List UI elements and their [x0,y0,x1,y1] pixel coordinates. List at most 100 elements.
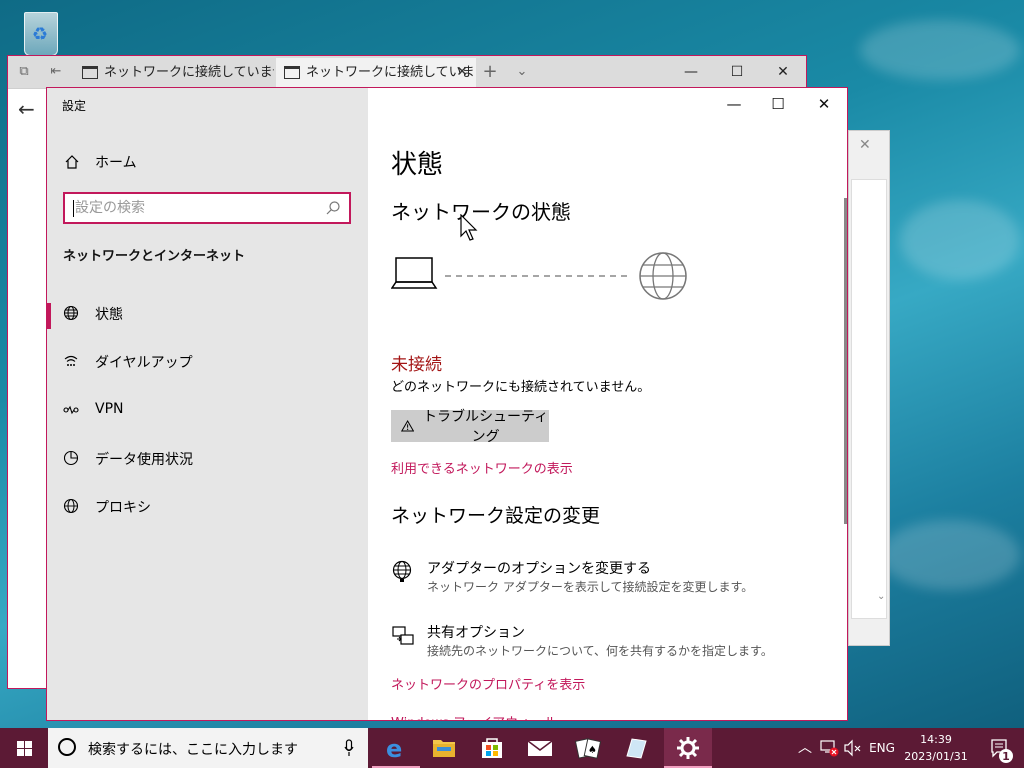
scroll-down-icon[interactable]: ⌄ [877,591,885,602]
minimize-button[interactable]: — [668,56,714,89]
tablet-app-taskbar-icon[interactable] [612,728,660,768]
tablet-icon [626,738,647,759]
network-diagram [391,252,687,300]
windows-logo-icon [25,741,32,748]
nav-item-dialup[interactable]: ダイヤルアップ [47,341,368,381]
file-explorer-taskbar-icon[interactable] [420,728,468,768]
close-icon[interactable]: ✕ [859,137,871,153]
dialog-content-area [851,179,887,619]
sharing-options-item[interactable]: 共有オプション 接続先のネットワークについて、何を共有するかを指定します。 [391,622,791,662]
recycle-bin-icon[interactable]: ♻ [18,8,64,58]
connection-status-description: どのネットワークにも接続されていません。 [391,380,651,395]
nav-item-status[interactable]: 状態 [47,293,368,333]
troubleshoot-button[interactable]: トラブルシューティング [391,409,549,445]
proxy-globe-icon [63,498,79,514]
edge-tab-2[interactable]: ネットワークに接続していま! ✕ [276,58,476,89]
option-description: ネットワーク アダプターを表示して接続設定を変更します。 [427,580,754,594]
data-usage-pie-icon [63,450,79,466]
gear-icon [677,737,699,759]
section-title: ネットワークとインターネット [63,249,246,264]
search-icon[interactable] [325,200,341,216]
nav-item-label: ダイヤルアップ [95,355,193,371]
laptop-icon [391,257,438,289]
back-arrow-icon[interactable]: ← [18,97,35,121]
home-nav-item[interactable]: ホーム [64,150,137,174]
window-title: 設定 [62,99,87,113]
settings-taskbar-icon[interactable] [664,728,712,768]
close-button[interactable]: ✕ [760,56,806,89]
desktop-wave [900,200,1020,280]
maximize-button[interactable]: ☐ [714,56,760,89]
change-settings-heading: ネットワーク設定の変更 [391,505,601,527]
nav-item-vpn[interactable]: VPN [47,390,368,430]
microphone-icon[interactable] [344,739,354,757]
cortana-icon [58,738,76,756]
page-title: 状態 [391,150,444,180]
edge-tab-1[interactable]: ネットワークに接続していません [74,58,274,89]
nav-item-data-usage[interactable]: データ使用状況 [47,438,368,478]
clock-date: 2023/01/31 [904,750,968,763]
action-center-button[interactable]: 1 [976,728,1024,768]
input-language-indicator[interactable]: ENG [868,728,896,768]
settings-sidebar: 設定 ホーム ネットワークとインターネット 状態 ダイヤルアップ VPN データ… [47,88,368,720]
settings-search-box[interactable] [63,192,351,224]
taskbar: 検索するには、ここに入力します e ♠ ︿ ENG 14:39 2023/01/… [0,728,1024,768]
solitaire-taskbar-icon[interactable]: ♠ [564,728,612,768]
connection-status: 未接続 [391,355,442,375]
mouse-cursor-icon [460,214,478,241]
svg-text:e: e [386,735,402,763]
start-button[interactable] [0,728,48,768]
close-tab-icon[interactable]: ✕ [456,58,468,87]
windows-logo-icon [17,749,24,756]
nav-item-label: データ使用状況 [95,452,193,468]
home-icon [65,155,79,169]
sharing-icon [392,626,414,645]
option-title: アダプターのオプションを変更する [427,561,651,577]
new-tab-icon[interactable]: + [482,63,498,81]
notification-icon [991,739,1013,763]
settings-search-input[interactable] [75,199,315,217]
edge-tab-2-title: ネットワークに接続していま! [306,65,476,80]
volume-muted-icon[interactable] [842,728,864,768]
scrollbar[interactable] [844,198,847,524]
dialup-icon [64,355,78,366]
network-status-heading: ネットワークの状態 [391,200,571,224]
chevron-down-icon[interactable]: ⌄ [514,64,530,80]
taskbar-search-box[interactable]: 検索するには、ここに入力します [48,728,368,768]
mail-taskbar-icon[interactable] [516,728,564,768]
page-icon [284,66,300,79]
clock-time: 14:39 [920,733,952,746]
windows-firewall-link[interactable]: Windows ファイアウォール [391,712,557,720]
home-label: ホーム [95,155,137,171]
edge-taskbar-icon[interactable]: e [372,728,420,768]
mail-icon [527,740,553,756]
page-icon [82,66,98,79]
background-dialog: ✕ ⌄ [848,130,890,646]
windows-logo-icon [17,741,24,748]
edge-tab-bar: ⧉ ⇤ ネットワークに接続していません ネットワークに接続していま! ✕ + ⌄… [8,56,806,89]
globe-icon [639,252,687,300]
edge-icon: e [386,735,402,763]
option-title: 共有オプション [427,625,525,641]
text-caret [73,200,74,217]
system-clock[interactable]: 14:39 2023/01/31 [898,731,974,765]
network-properties-link[interactable]: ネットワークのプロパティを表示 [391,674,585,693]
vpn-icon [63,405,79,415]
store-taskbar-icon[interactable] [468,728,516,768]
svg-text:♠: ♠ [588,745,597,756]
desktop-wave [880,520,1020,590]
tab-preview-icon[interactable]: ⧉ [16,64,32,80]
show-hidden-icons-chevron-icon[interactable]: ︿ [796,728,814,768]
option-description: 接続先のネットワークについて、何を共有するかを指定します。 [427,644,773,658]
network-disconnected-icon[interactable] [818,728,840,768]
nav-item-label: VPN [95,401,124,417]
nav-item-proxy[interactable]: プロキシ [47,486,368,526]
taskbar-search-text: 検索するには、ここに入力します [88,742,298,758]
set-aside-tabs-icon[interactable]: ⇤ [48,64,64,80]
store-bag-icon [482,738,502,758]
adapter-globe-icon [392,560,412,582]
adapter-options-item[interactable]: アダプターのオプションを変更する ネットワーク アダプターを表示して接続設定を変… [391,558,791,598]
show-available-networks-link[interactable]: 利用できるネットワークの表示 [391,458,573,477]
nav-item-label: 状態 [95,307,123,323]
settings-main-panel: 状態 ネットワークの状態 未接続 どのネットワークにも接続されていません。 トラ… [368,88,847,720]
